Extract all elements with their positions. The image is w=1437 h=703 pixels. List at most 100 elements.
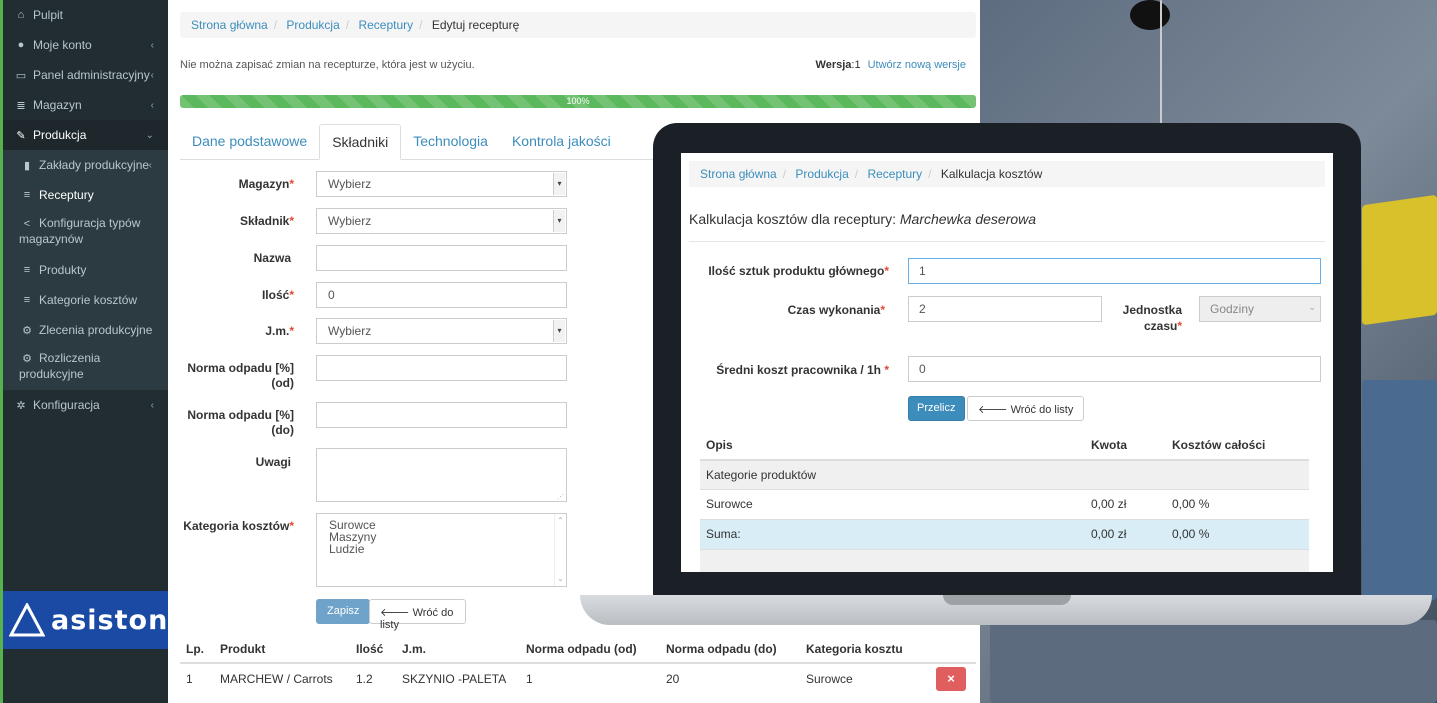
machine-part [1362, 380, 1437, 600]
laptop-breadcrumb-home[interactable]: Strona główna [700, 167, 777, 181]
norma-do-label: Norma odpadu [%] (do) [187, 408, 294, 437]
skladnik-select[interactable]: Wybierz ▾ [316, 208, 567, 234]
sidebar-item-moje-konto[interactable]: ● Moje konto ‹ [3, 30, 168, 60]
sidebar-item-pulpit[interactable]: ⌂ Pulpit [3, 0, 168, 30]
cost-table: Opis Kwota Kosztów całości Kategorie pro… [700, 431, 1309, 572]
back-to-list-button[interactable]: 🡐 Wróć do listy [369, 599, 466, 631]
database-icon: ≣ [16, 99, 26, 112]
laptop-back-button[interactable]: 🡐 Wróć do listy [967, 396, 1085, 421]
share-icon: < [23, 218, 31, 230]
uwagi-label: Uwagi [255, 455, 291, 469]
nazwa-input[interactable] [316, 245, 567, 271]
laptop-breadcrumb-receptury[interactable]: Receptury [867, 167, 922, 181]
magazyn-select[interactable]: Wybierz ▾ [316, 171, 567, 197]
recipe-name: Marchewka deserowa [899, 211, 1037, 227]
chevron-down-icon: ▾ [553, 320, 565, 342]
sidebar-item-magazyn[interactable]: ≣ Magazyn ‹ [3, 90, 168, 120]
option-ludzie[interactable]: Ludzie [329, 543, 554, 555]
sidebar-item-produkcja[interactable]: ✎ Produkcja ⌄ [3, 120, 168, 150]
col-ilosc: Ilość [350, 635, 396, 664]
col-kategoria: Kategoria kosztu [800, 635, 930, 664]
sidebar-item-zlecenia-produkcyjne[interactable]: ⚙ Zlecenia produkcyjne [3, 315, 168, 345]
sidebar: ⌂ Pulpit ● Moje konto ‹ ▭ Panel administracy… [0, 0, 171, 703]
sredni-koszt-input[interactable]: 0 [908, 356, 1321, 382]
chevron-left-icon: ‹ [150, 69, 154, 81]
cell-lp: 1 [186, 671, 193, 686]
chevron-left-icon: ‹ [150, 399, 154, 411]
tab-kontrola-jakosci[interactable]: Kontrola jakości [500, 124, 623, 160]
norma-od-input[interactable] [316, 355, 567, 381]
col-produkt: Produkt [214, 635, 350, 664]
przelicz-button[interactable]: Przelicz [908, 396, 965, 421]
table-row-sum: Suma: 0,00 zł 0,00 % [700, 518, 1309, 549]
resize-handle-icon[interactable]: ⋰ [557, 493, 564, 501]
divider [689, 241, 1325, 242]
list-icon: ≡ [23, 189, 31, 201]
sidebar-item-panel-administracyjny[interactable]: ▭ Panel administracyjny ‹ [3, 60, 168, 90]
jm-select[interactable]: Wybierz ▾ [316, 318, 567, 344]
tab-skladniki[interactable]: Składniki [319, 124, 402, 160]
tab-dane-podstawowe[interactable]: Dane podstawowe [180, 124, 319, 160]
laptop-screen: Strona główna / Produkcja / Receptury / Kal… [681, 153, 1333, 572]
chevron-down-icon: ⌄ [1308, 302, 1316, 312]
cogs-icon: ⚙ [22, 324, 32, 337]
version-info: Wersja:1 Utwórz nową wersje [815, 59, 966, 71]
sidebar-item-konfiguracja[interactable]: ✲ Konfiguracja ‹ [3, 390, 168, 420]
list-icon: ≡ [23, 294, 31, 306]
laptop-notch [943, 595, 1071, 605]
user-icon: ● [17, 39, 25, 51]
laptop-breadcrumb: Strona główna / Produkcja / Receptury / Kal… [689, 161, 1325, 187]
cost-table-header: Opis Kwota Kosztów całości [700, 431, 1309, 461]
breadcrumb: Strona główna / Produkcja / Receptury / Edy… [180, 12, 976, 38]
norma-do-input[interactable] [316, 402, 567, 428]
listbox-scrollbar[interactable]: ⌃ ⌄ [554, 514, 566, 586]
ilosc-label: Ilość [261, 288, 290, 302]
jednostka-select[interactable]: Godziny ⌄ [1199, 296, 1321, 322]
cell-jm: SKZYNIO -PALETA [402, 671, 507, 686]
sidebar-item-rozliczenia-produkcyjne[interactable]: ⚙ Rozliczenia produkcyjne [3, 345, 168, 390]
chevron-down-icon: ⌄ [145, 129, 154, 141]
yellow-sign [1362, 194, 1437, 326]
ilosc-input[interactable]: 0 [316, 282, 567, 308]
sensor-device [1130, 0, 1170, 30]
col-jm: J.m. [396, 635, 520, 664]
nazwa-label: Nazwa [253, 251, 291, 265]
warning-text: Nie można zapisać zmian na recepturze, k… [180, 59, 475, 71]
conveyor [990, 620, 1437, 703]
breadcrumb-produkcja[interactable]: Produkcja [286, 18, 339, 32]
col-kosztow-calosci: Kosztów całości [1166, 431, 1309, 461]
cable [1160, 0, 1162, 125]
breadcrumb-home[interactable]: Strona główna [191, 18, 268, 32]
list-icon: ≡ [23, 264, 31, 276]
save-button[interactable]: Zapisz [316, 599, 371, 624]
cell-ilosc: 1.2 [356, 671, 373, 686]
delete-row-button[interactable]: × [936, 666, 966, 691]
col-norma-od: Norma odpadu (od) [520, 635, 660, 664]
sidebar-item-zaklady-produkcyjne[interactable]: ▮ Zakłady produkcyjne ‹ [3, 150, 168, 180]
chevron-down-icon: ▾ [553, 210, 565, 232]
sidebar-item-produkty[interactable]: ≡ Produkty [3, 255, 168, 285]
home-icon: ⌂ [17, 9, 25, 21]
logo-triangle-icon [9, 603, 45, 637]
sidebar-item-receptury[interactable]: ≡ Receptury [3, 180, 168, 210]
czas-wykonania-input[interactable]: 2 [908, 296, 1102, 322]
laptop-page-title: Kalkulacja kosztów dla receptury: Marche… [689, 211, 1037, 227]
new-version-link[interactable]: Utwórz nową wersje [868, 59, 966, 71]
jm-label: J.m. [265, 324, 290, 338]
breadcrumb-current: Edytuj recepturę [431, 18, 520, 32]
wrench-icon: ✎ [16, 129, 26, 142]
breadcrumb-receptury[interactable]: Receptury [358, 18, 413, 32]
chevron-down-icon: ▾ [553, 173, 565, 195]
col-opis: Opis [700, 431, 1085, 461]
monitor-icon: ▭ [15, 69, 27, 82]
ilosc-sztuk-input[interactable]: 1 [908, 258, 1321, 284]
col-norma-do: Norma odpadu (do) [660, 635, 800, 664]
kategoria-listbox[interactable]: Surowce Maszyny Ludzie ⌃ ⌄ [316, 513, 567, 587]
sidebar-item-konfiguracja-typow[interactable]: < Konfiguracja typów magazynów [3, 210, 168, 255]
tab-technologia[interactable]: Technologia [401, 124, 500, 160]
uwagi-textarea[interactable]: ⋰ [316, 448, 567, 502]
skladnik-label: Składnik [239, 214, 290, 228]
magazyn-label: Magazyn [238, 177, 290, 191]
sidebar-item-kategorie-kosztow[interactable]: ≡ Kategorie kosztów [3, 285, 168, 315]
laptop-breadcrumb-produkcja[interactable]: Produkcja [795, 167, 848, 181]
